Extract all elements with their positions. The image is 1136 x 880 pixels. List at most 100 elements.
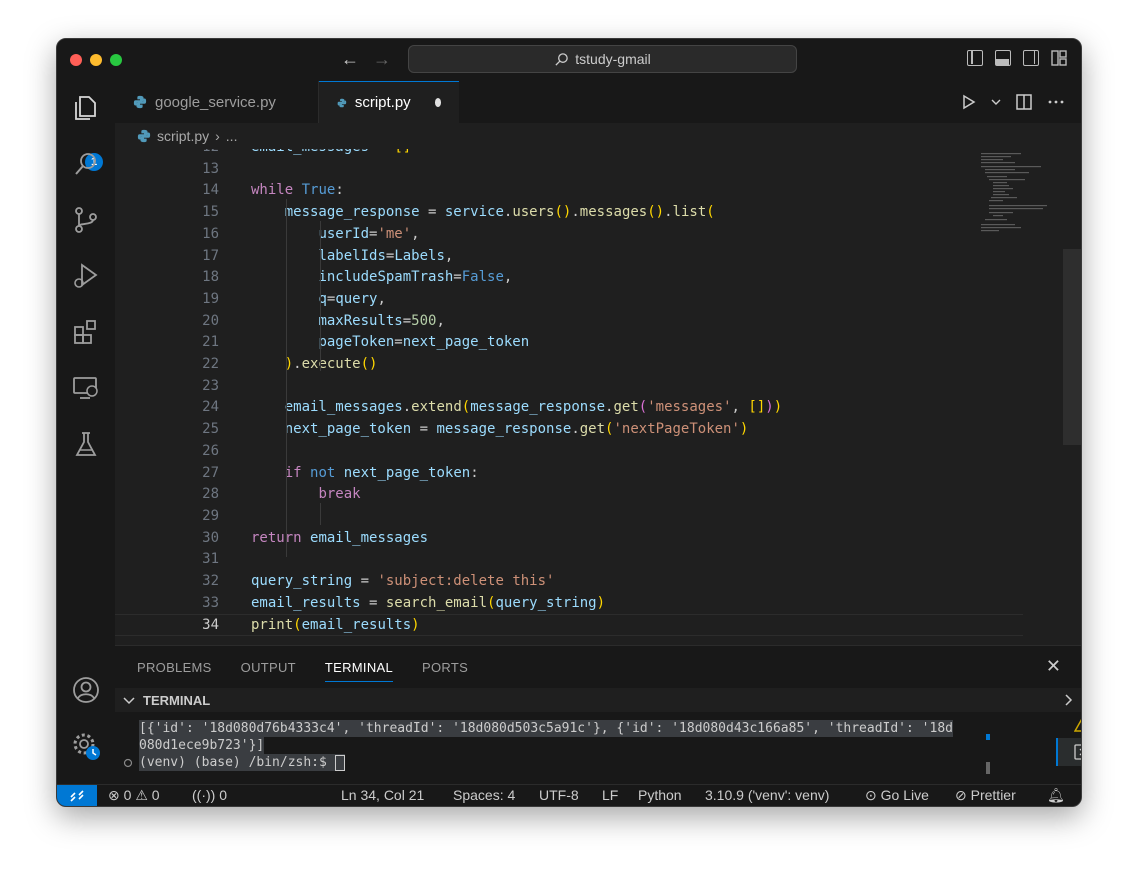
line-code: pageToken=next_page_token: [318, 334, 530, 351]
line-code: q=query,: [318, 290, 386, 307]
code-line[interactable]: 24 email_messages.extend(message_respons…: [115, 397, 1023, 419]
code-line[interactable]: 31: [115, 549, 1023, 571]
code-line[interactable]: 12 email_messages = []: [115, 149, 1023, 159]
python-file-icon: [137, 129, 151, 143]
broadcast-icon: ⊙: [865, 787, 877, 803]
code-line[interactable]: 29: [115, 506, 1023, 528]
tab-label: google_service.py: [155, 93, 276, 111]
split-editor-icon[interactable]: [1015, 93, 1033, 111]
code-line[interactable]: 15 message_response = service.users().me…: [115, 202, 1023, 224]
code-line[interactable]: 28 break: [115, 484, 1023, 506]
code-line[interactable]: 32 query_string = 'subject:delete this': [115, 571, 1023, 593]
remote-indicator[interactable]: [57, 785, 97, 806]
zoom-window-button[interactable]: [110, 54, 122, 66]
close-window-button[interactable]: [70, 54, 82, 66]
close-panel-icon[interactable]: ✕: [1046, 656, 1061, 677]
toggle-secondary-sidebar-icon[interactable]: [1023, 50, 1039, 66]
remote-explorer-icon[interactable]: [71, 373, 101, 403]
source-control-icon[interactable]: [71, 205, 101, 235]
line-number: 13: [202, 160, 219, 177]
chevron-right-icon[interactable]: [1063, 692, 1075, 708]
terminal-line: 080d1ece9b723'}]: [139, 737, 265, 754]
python-file-icon: [337, 98, 347, 107]
manage-gear-icon[interactable]: [71, 731, 101, 761]
arrow-left-icon[interactable]: ←: [341, 49, 359, 70]
tab-terminal[interactable]: TERMINAL: [324, 660, 394, 682]
code-line[interactable]: 23: [115, 376, 1023, 398]
terminal-scrollbar[interactable]: [986, 762, 990, 774]
go-live-button[interactable]: ⊙ Go Live: [865, 787, 929, 804]
minimize-window-button[interactable]: [90, 54, 102, 66]
go-live-label: Go Live: [880, 787, 929, 803]
arrow-right-icon[interactable]: →: [373, 49, 391, 70]
code-line[interactable]: 21 pageToken=next_page_token: [115, 332, 1023, 354]
code-line[interactable]: 13: [115, 159, 1023, 181]
line-number: 27: [202, 464, 219, 481]
customize-layout-icon[interactable]: [1051, 50, 1067, 66]
notifications-bell-icon[interactable]: 🔔︎: [1047, 787, 1065, 804]
terminal-output[interactable]: [{'id': '18d080d76b4333c4', 'threadId': …: [115, 712, 1081, 785]
line-number: 30: [202, 529, 219, 546]
tab-ports[interactable]: PORTS: [422, 660, 468, 682]
tab-script[interactable]: script.py: [319, 81, 459, 123]
run-debug-icon[interactable]: [71, 261, 101, 291]
code-line[interactable]: 14 while True:: [115, 180, 1023, 202]
editor-scrollbar[interactable]: [1063, 249, 1081, 445]
problems-status[interactable]: ⊗ 0 ⚠ 0: [108, 787, 160, 804]
testing-icon[interactable]: [71, 429, 101, 459]
terminal-section-header[interactable]: TERMINAL: [115, 688, 1081, 712]
line-code: while True:: [251, 182, 344, 199]
encoding-status[interactable]: UTF-8: [539, 787, 579, 803]
unsaved-dot-icon[interactable]: [434, 98, 441, 107]
code-editor[interactable]: 12 email_messages = [] 13 14 while True: 15 m…: [115, 149, 1081, 645]
search-icon[interactable]: [71, 149, 101, 179]
warning-icon[interactable]: [1074, 716, 1082, 732]
minimap[interactable]: [973, 149, 1073, 249]
more-actions-icon[interactable]: [1047, 93, 1065, 111]
run-file-icon[interactable]: [959, 93, 977, 111]
explorer-icon[interactable]: [71, 93, 101, 123]
code-line[interactable]: 20 maxResults=500,: [115, 311, 1023, 333]
breadcrumb-file[interactable]: script.py: [157, 128, 209, 144]
command-center-search[interactable]: tstudy-gmail: [408, 45, 797, 73]
command-decoration-icon[interactable]: [123, 758, 133, 768]
line-code: maxResults=500,: [318, 312, 445, 329]
search-icon: [555, 52, 569, 66]
code-line[interactable]: 25 next_page_token = message_response.ge…: [115, 419, 1023, 441]
terminal-cursor: [334, 754, 345, 771]
tab-problems[interactable]: PROBLEMS: [137, 660, 212, 682]
ports-status[interactable]: ((·)) 0: [192, 787, 227, 803]
extensions-icon[interactable]: [71, 317, 101, 347]
prettier-icon: ⊘: [955, 787, 967, 803]
line-number: 24: [202, 399, 219, 416]
code-line[interactable]: 22 ).execute(): [115, 354, 1023, 376]
line-number: 33: [202, 594, 219, 611]
line-code: query_string = 'subject:delete this': [251, 573, 555, 589]
eol-status[interactable]: LF: [602, 787, 618, 803]
code-line[interactable]: 19 q=query,: [115, 289, 1023, 311]
line-code: labelIds=Labels,: [318, 247, 454, 264]
code-line[interactable]: 18 includeSpamTrash=False,: [115, 267, 1023, 289]
breadcrumb-more[interactable]: ...: [226, 128, 238, 144]
terminal-instance-zsh[interactable]: [1056, 738, 1081, 766]
python-interpreter[interactable]: 3.10.9 ('venv': venv): [705, 787, 829, 803]
indentation-status[interactable]: Spaces: 4: [453, 787, 515, 803]
line-number: 18: [202, 269, 219, 286]
code-line[interactable]: 33 email_results = search_email(query_str…: [115, 593, 1023, 615]
code-line[interactable]: 26: [115, 441, 1023, 463]
tab-google-service[interactable]: google_service.py: [115, 81, 319, 123]
code-line[interactable]: 34 print(email_results): [115, 614, 1023, 637]
cursor-position[interactable]: Ln 34, Col 21: [341, 787, 424, 803]
line-number: 34: [202, 617, 219, 634]
language-mode[interactable]: Python: [638, 787, 682, 803]
toggle-panel-icon[interactable]: [995, 50, 1011, 66]
toggle-primary-sidebar-icon[interactable]: [967, 50, 983, 66]
prettier-status[interactable]: ⊘ Prettier: [955, 787, 1016, 804]
accounts-icon[interactable]: [71, 675, 101, 705]
code-line[interactable]: 27 if not next_page_token:: [115, 463, 1023, 485]
code-line[interactable]: 16 userId='me',: [115, 224, 1023, 246]
code-line[interactable]: 17 labelIds=Labels,: [115, 246, 1023, 268]
tab-output[interactable]: OUTPUT: [241, 660, 296, 682]
chevron-down-icon[interactable]: [991, 93, 1001, 111]
code-line[interactable]: 30 return email_messages: [115, 528, 1023, 550]
